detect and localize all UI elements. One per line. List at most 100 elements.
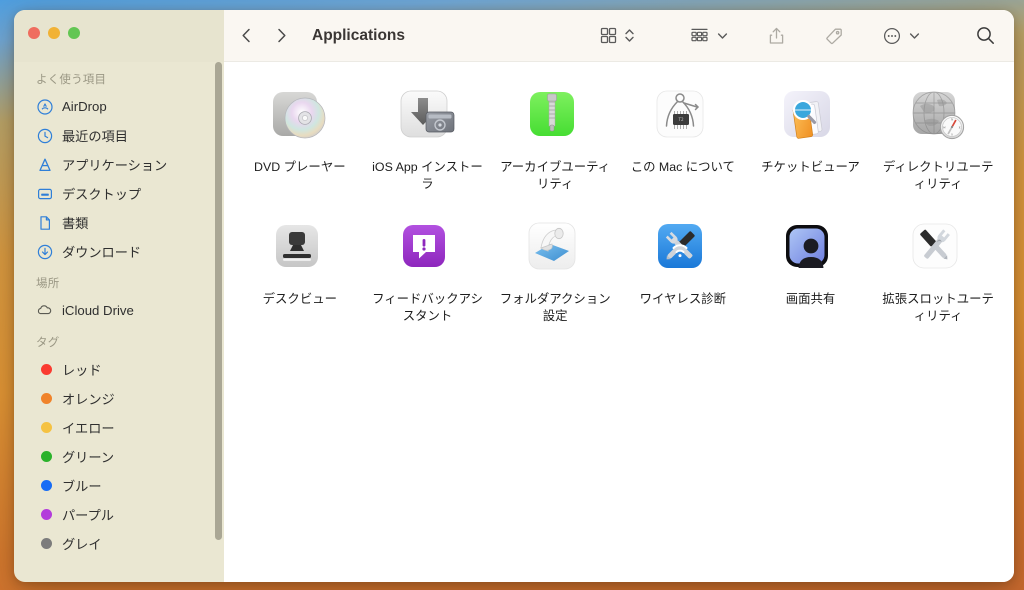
sidebar-item-applications[interactable]: アプリケーション <box>14 150 224 179</box>
page-title: Applications <box>312 26 406 44</box>
sidebar-tag-gray[interactable]: グレイ <box>14 529 224 558</box>
view-mode-control[interactable] <box>599 26 635 45</box>
sidebar-item-label: 最近の項目 <box>62 129 128 144</box>
more-actions-control[interactable] <box>882 26 921 46</box>
tag-dot-icon <box>36 419 53 436</box>
sidebar-tag-red[interactable]: レッド <box>14 355 224 384</box>
sidebar-section-header-favorites: よく使う項目 <box>36 74 107 86</box>
file-item-about-this-mac[interactable]: T2 この Mac について <box>619 76 747 208</box>
sidebar-section-header-locations: 場所 <box>36 278 60 290</box>
sidebar-item-documents[interactable]: 書類 <box>14 208 224 237</box>
sidebar-item-label: デスクトップ <box>62 187 142 202</box>
sidebar-item-downloads[interactable]: ダウンロード <box>14 237 224 266</box>
back-button[interactable] <box>240 27 253 44</box>
file-label: アーカイブユーティリティ <box>500 160 611 191</box>
close-window-button[interactable] <box>28 27 40 39</box>
tag-dot-icon <box>36 361 53 378</box>
zoom-window-button[interactable] <box>68 27 80 39</box>
file-item-screen-sharing[interactable]: 画面共有 <box>747 208 875 340</box>
file-label: iOS App インストーラ <box>372 160 483 191</box>
grid-view-icon[interactable] <box>599 26 618 45</box>
file-label: フィードバックアシスタント <box>372 292 483 323</box>
sidebar-tag-yellow[interactable]: イエロー <box>14 413 224 442</box>
tag-dot-icon <box>36 448 53 465</box>
file-label: 画面共有 <box>785 292 836 306</box>
tag-dot-icon <box>36 535 53 552</box>
file-item-ticket-viewer[interactable]: チケットビューア <box>747 76 875 208</box>
folder-actions-setup-icon <box>522 216 588 282</box>
file-label: チケットビューア <box>761 160 860 174</box>
feedback-assistant-icon <box>394 216 460 282</box>
svg-text:T2: T2 <box>678 117 684 122</box>
sidebar-item-airdrop[interactable]: AirDrop <box>14 92 224 121</box>
forward-button[interactable] <box>275 27 288 44</box>
sidebar-item-label: ダウンロード <box>62 245 142 260</box>
expansion-slot-utility-icon <box>905 216 971 282</box>
sidebar-item-icloud-drive[interactable]: iCloud Drive <box>14 296 224 325</box>
desk-view-icon <box>267 216 333 282</box>
download-icon <box>36 243 53 260</box>
file-label: ディレクトリユーティリティ <box>882 160 994 191</box>
file-item-directory-utility[interactable]: N S W E ディレクトリユーティリティ <box>874 76 1002 208</box>
sidebar-item-label: ブルー <box>62 479 102 494</box>
sidebar-item-label: iCloud Drive <box>62 303 134 318</box>
desktop-background: よく使う項目 AirDrop 最近の項目 アプリケーション デスクトップ 書類 … <box>0 0 1024 590</box>
dvd-player-icon <box>267 84 333 150</box>
file-label: フォルダアクション設定 <box>499 292 611 323</box>
group-by-control[interactable] <box>689 26 729 45</box>
finder-sidebar: よく使う項目 AirDrop 最近の項目 アプリケーション デスクトップ 書類 … <box>14 10 224 582</box>
cloud-icon <box>36 302 53 319</box>
svg-text:S: S <box>951 132 953 136</box>
sidebar-item-label: グレイ <box>62 537 102 552</box>
sidebar-titlebar <box>14 10 224 62</box>
document-icon <box>36 214 53 231</box>
up-down-chevron-icon[interactable] <box>624 26 635 45</box>
archive-utility-icon <box>522 84 588 150</box>
applications-icon <box>36 156 53 173</box>
file-item-expansion-slot-utility[interactable]: 拡張スロットユーティリティ <box>874 208 1002 340</box>
file-item-feedback-assistant[interactable]: フィードバックアシスタント <box>364 208 492 340</box>
desktop-icon <box>36 185 53 202</box>
sidebar-item-recents[interactable]: 最近の項目 <box>14 121 224 150</box>
share-icon[interactable] <box>767 26 786 46</box>
sidebar-item-label: 書類 <box>62 216 89 231</box>
tag-dot-icon <box>36 477 53 494</box>
file-icon-grid: DVD プレーヤー iOS App インストーラ アーカイブユーティリティ T2… <box>224 62 1014 582</box>
chevron-down-icon[interactable] <box>908 26 921 45</box>
tag-dot-icon <box>36 390 53 407</box>
chevron-down-icon[interactable] <box>716 26 729 45</box>
screen-sharing-icon <box>777 216 843 282</box>
ticket-viewer-icon <box>777 84 843 150</box>
sidebar-tag-purple[interactable]: パープル <box>14 500 224 529</box>
file-item-folder-actions-setup[interactable]: フォルダアクション設定 <box>491 208 619 340</box>
sidebar-item-desktop[interactable]: デスクトップ <box>14 179 224 208</box>
sidebar-tag-blue[interactable]: ブルー <box>14 471 224 500</box>
svg-text:E: E <box>959 125 961 129</box>
file-item-desk-view[interactable]: デスクビュー <box>236 208 364 340</box>
file-label: DVD プレーヤー <box>254 160 346 174</box>
wireless-diagnostics-icon <box>650 216 716 282</box>
tag-icon[interactable] <box>824 26 844 46</box>
sidebar-item-label: オレンジ <box>62 392 115 407</box>
sidebar-tag-orange[interactable]: オレンジ <box>14 384 224 413</box>
ellipsis-circle-icon[interactable] <box>882 26 902 46</box>
sidebar-item-label: グリーン <box>62 450 115 465</box>
search-icon[interactable] <box>975 25 996 46</box>
window-controls <box>28 27 80 39</box>
file-item-ios-app-installer[interactable]: iOS App インストーラ <box>364 76 492 208</box>
file-label: デスクビュー <box>262 292 337 306</box>
file-item-dvd-player[interactable]: DVD プレーヤー <box>236 76 364 208</box>
group-by-icon[interactable] <box>689 26 710 45</box>
directory-utility-icon: N S W E <box>905 84 971 150</box>
airdrop-icon <box>36 98 53 115</box>
minimize-window-button[interactable] <box>48 27 60 39</box>
sidebar-scrollbar[interactable] <box>215 62 222 540</box>
clock-icon <box>36 127 53 144</box>
finder-toolbar: Applications <box>224 10 1014 62</box>
sidebar-item-label: レッド <box>62 363 102 378</box>
sidebar-tag-green[interactable]: グリーン <box>14 442 224 471</box>
file-label: この Mac について <box>630 160 735 174</box>
file-item-wireless-diagnostics[interactable]: ワイヤレス診断 <box>619 208 747 340</box>
finder-window: よく使う項目 AirDrop 最近の項目 アプリケーション デスクトップ 書類 … <box>14 10 1014 582</box>
file-item-archive-utility[interactable]: アーカイブユーティリティ <box>491 76 619 208</box>
